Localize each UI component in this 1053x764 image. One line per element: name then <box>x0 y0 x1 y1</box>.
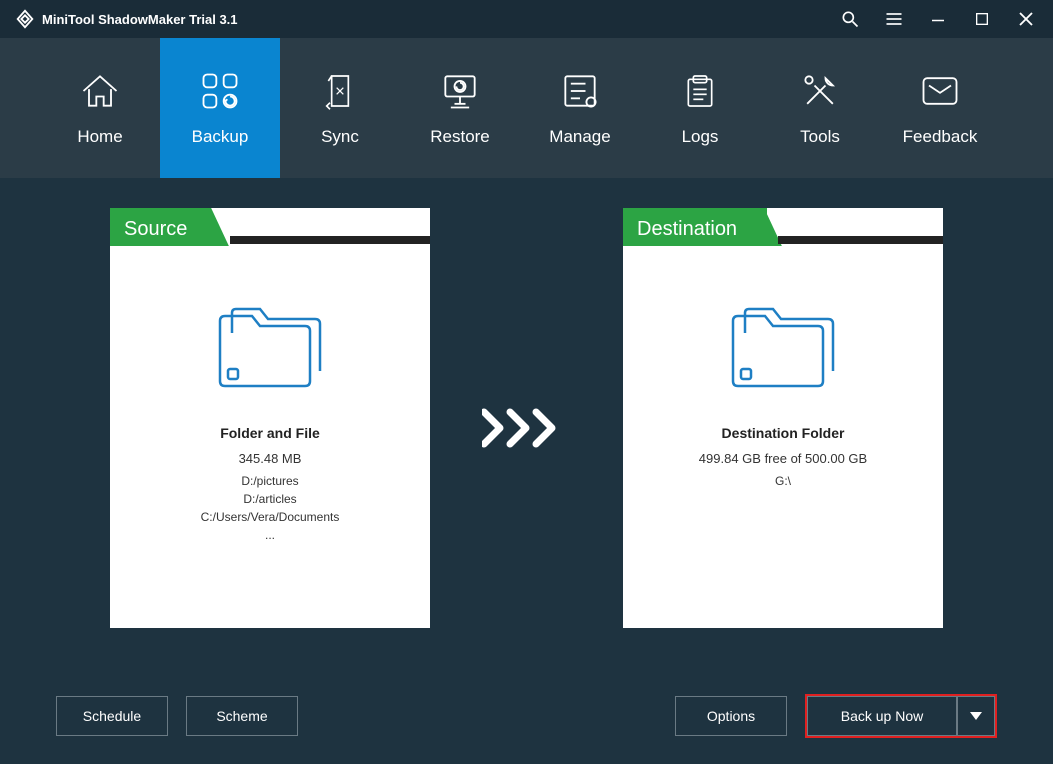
title-bar: MiniTool ShadowMaker Trial 3.1 <box>0 0 1053 38</box>
destination-card[interactable]: Destination Destination Folder 499.84 GB… <box>623 208 943 628</box>
bottom-bar: Schedule Scheme Options Back up Now <box>0 668 1053 764</box>
feedback-icon <box>918 69 962 113</box>
close-icon[interactable] <box>1015 8 1037 30</box>
main-nav: Home Backup Sync Restore Manage <box>0 38 1053 178</box>
arrow-icon <box>482 408 572 448</box>
nav-logs[interactable]: Logs <box>640 38 760 178</box>
restore-icon <box>438 69 482 113</box>
app-title: MiniTool ShadowMaker Trial 3.1 <box>42 12 839 27</box>
menu-icon[interactable] <box>883 8 905 30</box>
backup-now-group: Back up Now <box>805 694 997 738</box>
source-header-label: Source <box>110 208 209 246</box>
nav-tools[interactable]: Tools <box>760 38 880 178</box>
source-header: Source <box>110 208 430 246</box>
schedule-button[interactable]: Schedule <box>56 696 168 736</box>
nav-restore[interactable]: Restore <box>400 38 520 178</box>
source-more: ... <box>110 526 430 544</box>
source-path: D:/articles <box>110 490 430 508</box>
nav-label: Home <box>77 127 122 147</box>
destination-free: 499.84 GB free of 500.00 GB <box>623 451 943 466</box>
nav-label: Manage <box>549 127 610 147</box>
nav-manage[interactable]: Manage <box>520 38 640 178</box>
source-title: Folder and File <box>110 425 430 441</box>
source-card[interactable]: Source Folder and File 345.48 MB D:/pict… <box>110 208 430 628</box>
manage-icon <box>558 69 602 113</box>
app-logo-icon <box>14 8 36 30</box>
source-size: 345.48 MB <box>110 451 430 466</box>
nav-label: Backup <box>192 127 249 147</box>
backup-icon <box>198 69 242 113</box>
nav-label: Logs <box>682 127 719 147</box>
destination-drive: G:\ <box>623 472 943 490</box>
destination-header-label: Destination <box>623 208 767 246</box>
tools-icon <box>798 69 842 113</box>
window-controls <box>839 8 1045 30</box>
nav-label: Sync <box>321 127 359 147</box>
destination-header: Destination <box>623 208 943 246</box>
backup-now-button[interactable]: Back up Now <box>807 696 957 736</box>
nav-home[interactable]: Home <box>40 38 160 178</box>
nav-label: Feedback <box>903 127 978 147</box>
logs-icon <box>678 69 722 113</box>
source-path: D:/pictures <box>110 472 430 490</box>
nav-feedback[interactable]: Feedback <box>880 38 1000 178</box>
search-icon[interactable] <box>839 8 861 30</box>
nav-label: Tools <box>800 127 840 147</box>
scheme-button[interactable]: Scheme <box>186 696 298 736</box>
chevron-down-icon <box>970 712 982 720</box>
source-path: C:/Users/Vera/Documents <box>110 508 430 526</box>
nav-label: Restore <box>430 127 490 147</box>
minimize-icon[interactable] <box>927 8 949 30</box>
destination-title: Destination Folder <box>623 425 943 441</box>
folder-icon <box>723 301 843 391</box>
source-paths: D:/pictures D:/articles C:/Users/Vera/Do… <box>110 472 430 544</box>
backup-dropdown-button[interactable] <box>957 696 995 736</box>
home-icon <box>78 69 122 113</box>
nav-sync[interactable]: Sync <box>280 38 400 178</box>
main-content: Source Folder and File 345.48 MB D:/pict… <box>0 178 1053 668</box>
nav-backup[interactable]: Backup <box>160 38 280 178</box>
maximize-icon[interactable] <box>971 8 993 30</box>
sync-icon <box>318 69 362 113</box>
options-button[interactable]: Options <box>675 696 787 736</box>
folder-icon <box>210 301 330 391</box>
